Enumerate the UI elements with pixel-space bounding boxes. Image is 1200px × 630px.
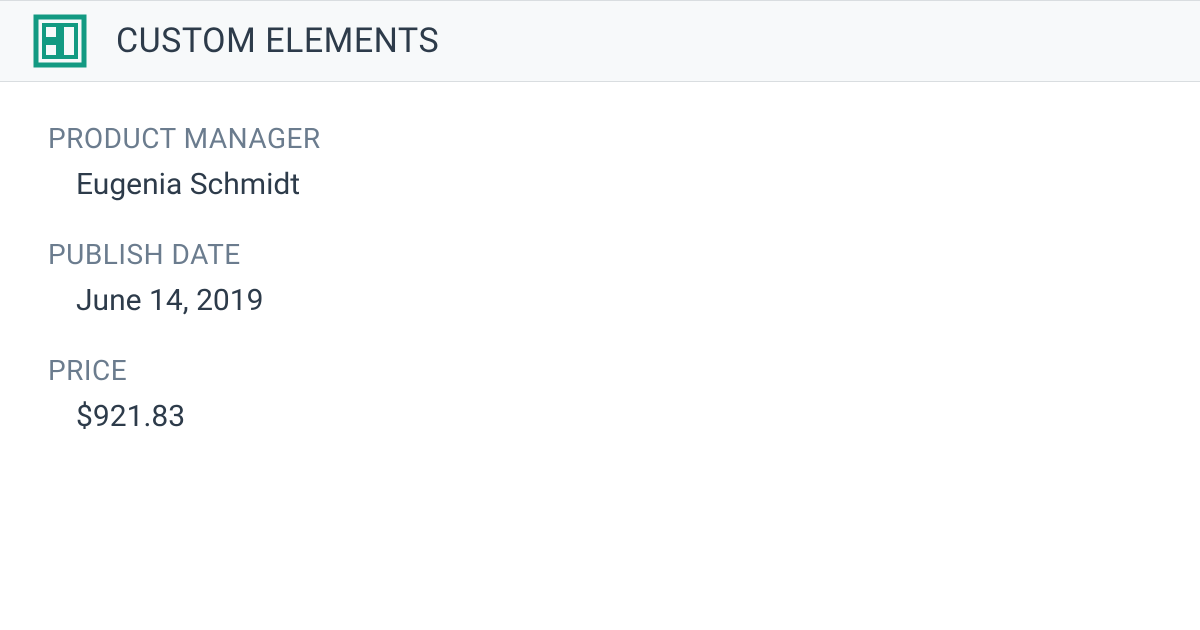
panel-header: CUSTOM ELEMENTS bbox=[0, 0, 1200, 82]
panel-title: CUSTOM ELEMENTS bbox=[116, 21, 439, 61]
panel-content: PRODUCT MANAGER Eugenia Schmidt PUBLISH … bbox=[0, 82, 1200, 510]
field-label: PRICE bbox=[48, 354, 1152, 387]
field-price: PRICE $921.83 bbox=[48, 354, 1152, 434]
field-value: $921.83 bbox=[48, 399, 1152, 434]
field-product-manager: PRODUCT MANAGER Eugenia Schmidt bbox=[48, 122, 1152, 202]
field-label: PRODUCT MANAGER bbox=[48, 122, 1152, 155]
field-publish-date: PUBLISH DATE June 14, 2019 bbox=[48, 238, 1152, 318]
custom-elements-icon bbox=[32, 13, 88, 69]
field-label: PUBLISH DATE bbox=[48, 238, 1152, 271]
field-value: Eugenia Schmidt bbox=[48, 167, 1152, 202]
field-value: June 14, 2019 bbox=[48, 283, 1152, 318]
